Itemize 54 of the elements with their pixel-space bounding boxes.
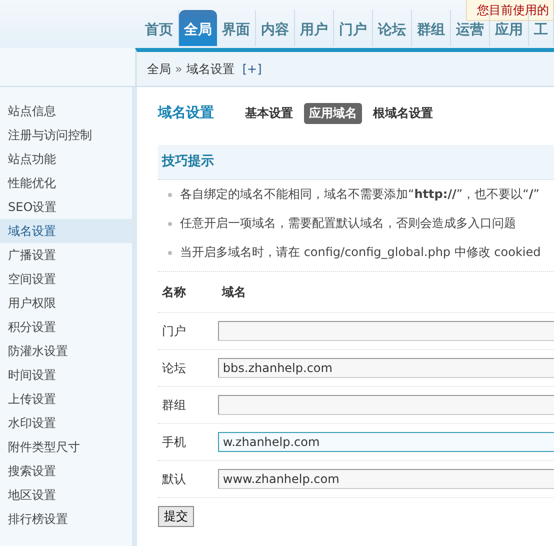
sidebar-item[interactable]: 排行榜设置 (0, 507, 132, 531)
input-field[interactable] (218, 395, 554, 415)
page-title: 域名设置 (158, 104, 214, 122)
sidebar-item[interactable]: 附件类型尺寸 (0, 435, 132, 459)
input-field[interactable]: w.zhanhelp.com (218, 432, 554, 452)
bullet-icon (168, 250, 172, 254)
breadcrumb-separator: » (175, 62, 182, 76)
nav-tab[interactable]: 界面 (217, 10, 256, 46)
notice-banner: 您目前使用的 (466, 0, 554, 21)
nav-tab[interactable]: 内容 (256, 10, 295, 46)
nav-tab[interactable]: 门户 (334, 10, 373, 46)
bullet-icon (168, 192, 172, 196)
column-header: 名称 (160, 284, 187, 300)
sidebar-item[interactable]: 站点功能 (0, 147, 132, 171)
tip-text: 当开启多域名时，请在 config/config_global.php 中修改 cookied (180, 244, 541, 261)
add-shortcut-link[interactable]: [+] (242, 62, 262, 76)
breadcrumb-item[interactable]: 域名设置 (186, 60, 234, 78)
breadcrumb-item[interactable]: 全局 (147, 60, 171, 78)
submit-button[interactable]: 提交 (158, 506, 194, 527)
nav-tab[interactable]: 全局 (179, 10, 217, 46)
bullet-icon (168, 222, 172, 226)
tips-header: 技巧提示 (158, 145, 554, 180)
input-field[interactable]: www.zhanhelp.com (218, 469, 554, 489)
sidebar-item[interactable]: 注册与访问控制 (0, 123, 132, 147)
sidebar-item[interactable]: 水印设置 (0, 411, 132, 435)
sidebar-item[interactable]: 防灌水设置 (0, 339, 132, 363)
field-label: 群组 (161, 396, 187, 414)
tip-text: 各自绑定的域名不能相同，域名不需要添加“http://”，也不要以“/” (180, 186, 540, 203)
sidebar-item[interactable]: 域名设置 (0, 219, 132, 243)
sidebar-item[interactable]: 积分设置 (0, 315, 132, 339)
sidebar-item[interactable]: 上传设置 (0, 387, 132, 411)
field-label: 门户 (161, 322, 187, 340)
field-label: 默认 (161, 470, 187, 488)
nav-tab[interactable]: 用户 (295, 10, 334, 46)
nav-tab[interactable]: 论坛 (373, 10, 412, 46)
sidebar-item[interactable]: SEO设置 (0, 195, 132, 219)
input-field[interactable] (218, 321, 554, 341)
sidebar-item[interactable]: 地区设置 (0, 483, 132, 507)
sidebar-item[interactable]: 搜索设置 (0, 459, 132, 483)
sub-tab[interactable]: 应用域名 (304, 102, 362, 124)
sidebar-item[interactable]: 站点信息 (0, 99, 132, 123)
sub-tab[interactable]: 根域名设置 (368, 102, 438, 124)
sidebar-item[interactable]: 用户权限 (0, 291, 132, 315)
column-header: 域名 (222, 284, 246, 300)
sidebar-item[interactable]: 空间设置 (0, 267, 132, 291)
sidebar-item[interactable]: 性能优化 (0, 171, 132, 195)
sidebar-item[interactable]: 时间设置 (0, 363, 132, 387)
sidebar-item[interactable]: 广播设置 (0, 243, 132, 267)
sub-tab[interactable]: 基本设置 (240, 102, 298, 124)
field-label: 论坛 (161, 360, 187, 376)
tip-text: 任意开启一项域名，需要配置默认域名，否则会造成多入口问题 (180, 215, 516, 232)
nav-tab[interactable]: 群组 (412, 10, 451, 46)
input-field[interactable]: bbs.zhanhelp.com (218, 358, 554, 378)
field-label: 手机 (161, 434, 187, 450)
